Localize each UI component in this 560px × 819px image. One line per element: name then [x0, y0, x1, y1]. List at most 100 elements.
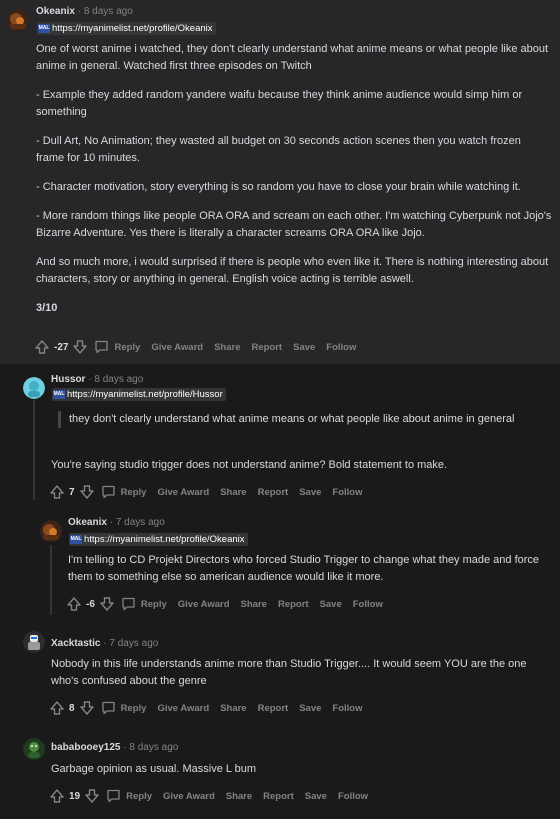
separator: · — [77, 6, 82, 17]
follow-button[interactable]: Follow — [338, 791, 368, 802]
timestamp[interactable]: 7 days ago — [109, 638, 158, 649]
share-button[interactable]: Share — [220, 703, 246, 714]
timestamp[interactable]: 8 days ago — [84, 6, 133, 17]
comment-icon — [107, 789, 120, 803]
user-flair[interactable]: MAL https://myanimelist.net/profile/Okea… — [37, 22, 216, 35]
upvote-icon[interactable] — [49, 788, 65, 804]
author-name[interactable]: Xacktastic — [51, 638, 100, 649]
share-button[interactable]: Share — [214, 342, 240, 353]
report-button[interactable]: Report — [258, 487, 289, 498]
comment-body: Garbage opinion as usual. Massive L bum — [51, 761, 551, 782]
downvote-icon[interactable] — [72, 339, 88, 355]
comment-meta: bababooey125 · 8 days ago — [51, 742, 178, 753]
comment-okeanix-2: Okeanix · 7 days ago MAL https://myanime… — [0, 504, 560, 620]
comment-actions: -27 Reply Give Award Share Report Save F… — [34, 339, 356, 355]
save-button[interactable]: Save — [299, 487, 321, 498]
upvote-icon[interactable] — [34, 339, 50, 355]
follow-button[interactable]: Follow — [326, 342, 356, 353]
downvote-icon[interactable] — [84, 788, 100, 804]
comment-icon — [101, 485, 115, 499]
paragraph: Nobody in this life understands anime mo… — [51, 658, 527, 687]
save-button[interactable]: Save — [299, 703, 321, 714]
timestamp[interactable]: 7 days ago — [116, 517, 165, 528]
downvote-icon[interactable] — [99, 596, 115, 612]
give-award-button[interactable]: Give Award — [163, 791, 215, 802]
give-award-button[interactable]: Give Award — [157, 487, 209, 498]
comment-meta: Okeanix · 8 days ago — [36, 6, 133, 17]
reply-button[interactable]: Reply — [121, 597, 167, 611]
user-flair[interactable]: MAL https://myanimelist.net/profile/Huss… — [52, 388, 226, 401]
report-button[interactable]: Report — [263, 791, 294, 802]
comment-actions: 7 Reply Give Award Share Report Save Fol… — [49, 484, 362, 500]
give-award-button[interactable]: Give Award — [151, 342, 203, 353]
paragraph: - Dull Art, No Animation; they wasted al… — [36, 135, 521, 164]
flair-link[interactable]: https://myanimelist.net/profile/Okeanix — [84, 534, 245, 545]
reply-button[interactable]: Reply — [106, 789, 152, 803]
comment-meta: Okeanix · 7 days ago — [68, 517, 165, 528]
share-button[interactable]: Share — [241, 599, 267, 610]
avatar[interactable] — [23, 377, 45, 399]
comment-actions: 8 Reply Give Award Share Report Save Fol… — [49, 700, 362, 716]
reply-button[interactable]: Reply — [101, 701, 146, 715]
vote-score: 19 — [69, 790, 81, 802]
comment-meta: Hussor · 8 days ago — [51, 374, 143, 385]
comment-actions: 19 Reply Give Award Share Report Save Fo… — [49, 788, 368, 804]
reply-button[interactable]: Reply — [101, 485, 146, 499]
upvote-icon[interactable] — [66, 596, 82, 612]
timestamp[interactable]: 8 days ago — [94, 374, 143, 385]
avatar[interactable] — [23, 738, 45, 760]
follow-button[interactable]: Follow — [332, 703, 362, 714]
save-button[interactable]: Save — [305, 791, 327, 802]
flair-link[interactable]: https://myanimelist.net/profile/Okeanix — [52, 23, 213, 34]
follow-button[interactable]: Follow — [332, 487, 362, 498]
report-button[interactable]: Report — [278, 599, 309, 610]
author-name[interactable]: Okeanix — [68, 517, 107, 528]
separator: · — [103, 638, 107, 649]
follow-button[interactable]: Follow — [353, 599, 383, 610]
upvote-icon[interactable] — [49, 700, 65, 716]
share-button[interactable]: Share — [226, 791, 252, 802]
comment-body: One of worst anime i watched, they don't… — [36, 41, 552, 329]
paragraph: - Example they added random yandere waif… — [36, 89, 523, 118]
mal-icon: MAL — [38, 24, 50, 33]
mal-icon: MAL — [53, 390, 65, 399]
vote-score: 8 — [69, 702, 75, 714]
author-name[interactable]: Okeanix — [36, 6, 75, 17]
comment-icon — [95, 340, 109, 354]
comment-hussor: Hussor · 8 days ago MAL https://myanimel… — [0, 364, 560, 504]
rating: 3/10 — [36, 302, 58, 314]
author-name[interactable]: Hussor — [51, 374, 85, 385]
save-button[interactable]: Save — [320, 599, 342, 610]
comment-body: I'm telling to CD Projekt Directors who … — [68, 552, 548, 590]
separator: · — [88, 374, 92, 385]
comment-actions: -6 Reply Give Award Share Report Save Fo… — [66, 596, 383, 612]
user-flair[interactable]: MAL https://myanimelist.net/profile/Okea… — [69, 533, 248, 546]
paragraph: You're saying studio trigger does not un… — [51, 459, 448, 471]
reply-button[interactable]: Reply — [94, 340, 140, 354]
upvote-icon[interactable] — [49, 484, 65, 500]
report-button[interactable]: Report — [251, 342, 282, 353]
avatar[interactable] — [23, 631, 45, 653]
flair-link[interactable]: https://myanimelist.net/profile/Hussor — [67, 389, 223, 400]
give-award-button[interactable]: Give Award — [178, 599, 230, 610]
author-name[interactable]: bababooey125 — [51, 742, 120, 753]
comment-icon — [122, 597, 135, 611]
separator: · — [123, 742, 127, 753]
paragraph: - Character motivation, story everything… — [36, 181, 521, 193]
paragraph: I'm telling to CD Projekt Directors who … — [68, 554, 540, 583]
avatar[interactable] — [7, 9, 29, 31]
comment-xacktastic: Xacktastic · 7 days ago Nobody in this l… — [0, 620, 560, 726]
comment-body: You're saying studio trigger does not un… — [51, 457, 551, 478]
comment-icon — [101, 701, 115, 715]
downvote-icon[interactable] — [79, 700, 95, 716]
paragraph: And so much more, i would surprised if t… — [36, 256, 549, 285]
avatar[interactable] — [40, 520, 62, 542]
save-button[interactable]: Save — [293, 342, 315, 353]
share-button[interactable]: Share — [220, 487, 246, 498]
downvote-icon[interactable] — [79, 484, 95, 500]
timestamp[interactable]: 8 days ago — [129, 742, 178, 753]
comment-meta: Xacktastic · 7 days ago — [51, 638, 158, 649]
give-award-button[interactable]: Give Award — [157, 703, 209, 714]
report-button[interactable]: Report — [258, 703, 289, 714]
paragraph: One of worst anime i watched, they don't… — [36, 43, 549, 72]
